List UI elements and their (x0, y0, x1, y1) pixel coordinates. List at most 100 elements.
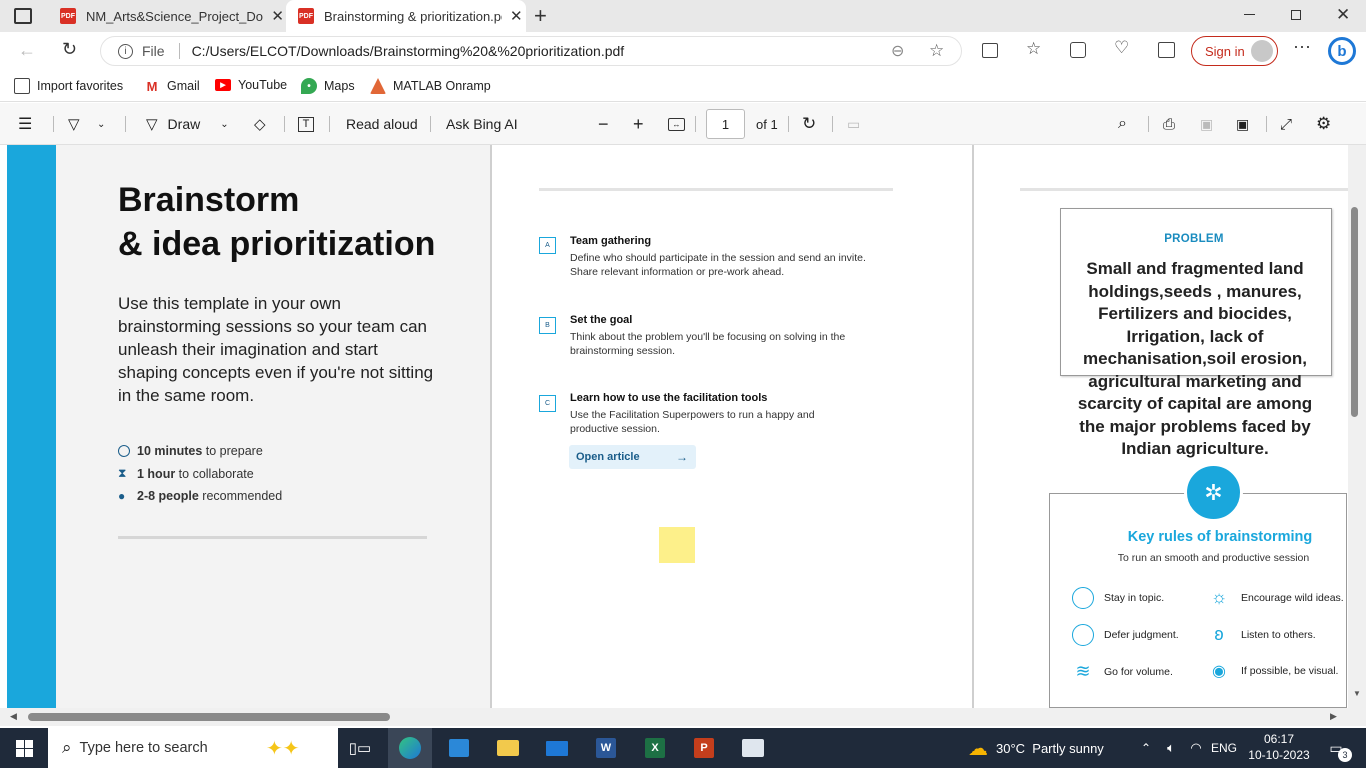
search-icon[interactable]: ⌕ (1118, 103, 1127, 145)
draw-button[interactable]: ▽ Draw ⌄ (146, 103, 229, 145)
scroll-right-arrow[interactable]: ▶ (1330, 711, 1337, 722)
matlab-icon (370, 78, 386, 94)
doc-title: Brainstorm & idea prioritization (118, 181, 436, 263)
excel-app-icon[interactable]: X (633, 728, 677, 768)
brain-icon: ✲ (1184, 463, 1243, 522)
vertical-scrollbar[interactable]: ▲ ▼ (1348, 145, 1366, 708)
close-icon[interactable]: ✕ (271, 7, 284, 25)
close-window-button[interactable]: ✕ (1336, 5, 1350, 25)
contents-icon[interactable]: ☰ (18, 103, 32, 145)
new-tab-button[interactable]: + (534, 3, 547, 29)
restore-button[interactable] (1291, 10, 1301, 20)
settings-icon[interactable]: ⚙ (1316, 103, 1331, 145)
rule-item: ☼ Encourage wild ideas. (1208, 587, 1346, 608)
favorites-icon[interactable]: ☆ (1026, 39, 1041, 59)
zoom-in-icon[interactable]: + (633, 103, 644, 145)
more-menu-icon[interactable]: ··· (1293, 36, 1311, 57)
scrollbar-thumb[interactable] (1351, 207, 1358, 417)
close-icon[interactable]: ✕ (510, 7, 523, 25)
save-as-icon[interactable]: ▣ (1236, 103, 1249, 145)
rotate-icon[interactable]: ↻ (802, 103, 816, 145)
word-app-icon[interactable]: W (584, 728, 628, 768)
clock-icon (118, 445, 130, 458)
tab-bar: PDF NM_Arts&Science_Project_Docume ✕ PDF… (0, 0, 1366, 32)
bing-icon[interactable]: b (1328, 37, 1356, 65)
page-number-input[interactable]: 1 (706, 109, 745, 139)
sticky-note[interactable] (659, 527, 695, 563)
zoom-out-icon[interactable]: ⊖ (891, 41, 904, 61)
scroll-left-arrow[interactable]: ◀ (10, 711, 17, 722)
eye-icon: ◉ (1212, 663, 1226, 680)
minimize-button[interactable] (1244, 14, 1255, 15)
step-c: C Learn how to use the facilitation tool… (539, 392, 879, 436)
split-screen-icon[interactable] (982, 43, 998, 58)
ask-ai-button[interactable]: Ask Bing AI (446, 103, 518, 145)
collections-icon[interactable] (1070, 42, 1086, 58)
favorite-star-icon[interactable]: ☆ (929, 41, 944, 61)
info-icon[interactable]: i (118, 43, 133, 59)
volume-icon[interactable]: 🔈︎ (1160, 728, 1182, 768)
extensions-icon[interactable] (1158, 42, 1175, 58)
edge-app-icon[interactable] (388, 728, 432, 768)
tab-nm-arts[interactable]: PDF NM_Arts&Science_Project_Docume ✕ (48, 0, 284, 32)
separator (284, 116, 285, 132)
import-icon (14, 78, 30, 94)
task-view-icon[interactable]: ▯▭ (344, 728, 376, 768)
url-text[interactable]: C:/Users/ELCOT/Downloads/Brainstorming%2… (192, 43, 625, 59)
whiteboard-app-icon[interactable] (731, 728, 775, 768)
favorite-import[interactable]: Import favorites (14, 78, 123, 94)
performance-icon[interactable]: ♡ (1114, 38, 1129, 58)
page-count: of 1 (756, 116, 778, 132)
mail-app-icon[interactable] (535, 728, 579, 768)
language-indicator[interactable]: ENG (1208, 728, 1240, 768)
read-aloud-button[interactable]: Read aloud (346, 103, 418, 145)
refresh-button[interactable]: ↻ (62, 39, 77, 60)
open-article-button[interactable]: Open article → (569, 445, 696, 469)
notifications-icon[interactable]: ▭ 3 (1322, 728, 1352, 768)
scroll-down-arrow[interactable]: ▼ (1353, 689, 1361, 698)
powerpoint-app-icon[interactable]: P (682, 728, 726, 768)
wifi-icon[interactable]: ◠ (1185, 728, 1207, 768)
fullscreen-icon[interactable]: ⤢ (1280, 103, 1292, 145)
page-divider (972, 145, 974, 708)
scrollbar-thumb[interactable] (28, 713, 390, 721)
meta-item: ● 2-8 people recommended (118, 489, 283, 504)
separator (832, 116, 833, 132)
problem-text: Small and fragmented land holdings,seeds… (1077, 259, 1313, 458)
highlight-icon[interactable]: ▽ (68, 103, 80, 145)
file-explorer-icon[interactable] (486, 728, 530, 768)
sign-in-button[interactable]: Sign in (1191, 36, 1278, 66)
taskbar-search[interactable]: ⌕ Type here to search ✦✦ (48, 728, 338, 768)
favorite-youtube[interactable]: ▶ YouTube (215, 78, 287, 92)
fit-page-icon[interactable]: ↔ (668, 103, 685, 145)
favorite-gmail[interactable]: M Gmail (144, 78, 200, 94)
save-icon[interactable]: ▣ (1200, 103, 1213, 145)
back-button[interactable]: ← (18, 40, 36, 61)
start-button[interactable] (0, 728, 48, 768)
chevron-down-icon[interactable]: ⌄ (97, 103, 105, 145)
chevron-up-icon[interactable]: ⌃ (1136, 728, 1156, 768)
tab-brainstorming[interactable]: PDF Brainstorming & prioritization.pdf ✕ (286, 0, 526, 32)
store-app-icon[interactable] (437, 728, 481, 768)
address-row: ← ↻ i File C:/Users/ELCOT/Downloads/Brai… (0, 32, 1366, 70)
tab-actions-icon[interactable] (14, 8, 32, 24)
clock[interactable]: 06:17 10-10-2023 (1244, 731, 1314, 763)
step-title: Set the goal (570, 314, 633, 326)
doc-intro: Use this template in your own brainstorm… (118, 294, 434, 405)
page-divider (490, 145, 492, 708)
step-body: Define who should participate in the ses… (570, 252, 866, 278)
horizontal-scrollbar[interactable]: ◀ ▶ (0, 708, 1366, 726)
weather-widget[interactable]: ☁ 30°C Partly sunny (968, 728, 1128, 768)
text-box-icon[interactable]: T (298, 103, 314, 145)
favorite-matlab[interactable]: MATLAB Onramp (370, 78, 491, 94)
step-letter-badge: C (539, 395, 556, 412)
page-view-icon[interactable]: ▭ (847, 103, 860, 145)
print-icon[interactable]: ⎙ (1163, 103, 1175, 145)
youtube-icon: ▶ (215, 79, 231, 91)
accent-stripe (7, 145, 56, 708)
zoom-out-icon[interactable]: − (598, 103, 609, 145)
eraser-icon[interactable]: ◇ (254, 103, 266, 145)
favorite-maps[interactable]: • Maps (301, 78, 355, 94)
address-bar[interactable]: i File C:/Users/ELCOT/Downloads/Brainsto… (100, 36, 962, 66)
rule-item: Defer judgment. (1072, 624, 1179, 646)
